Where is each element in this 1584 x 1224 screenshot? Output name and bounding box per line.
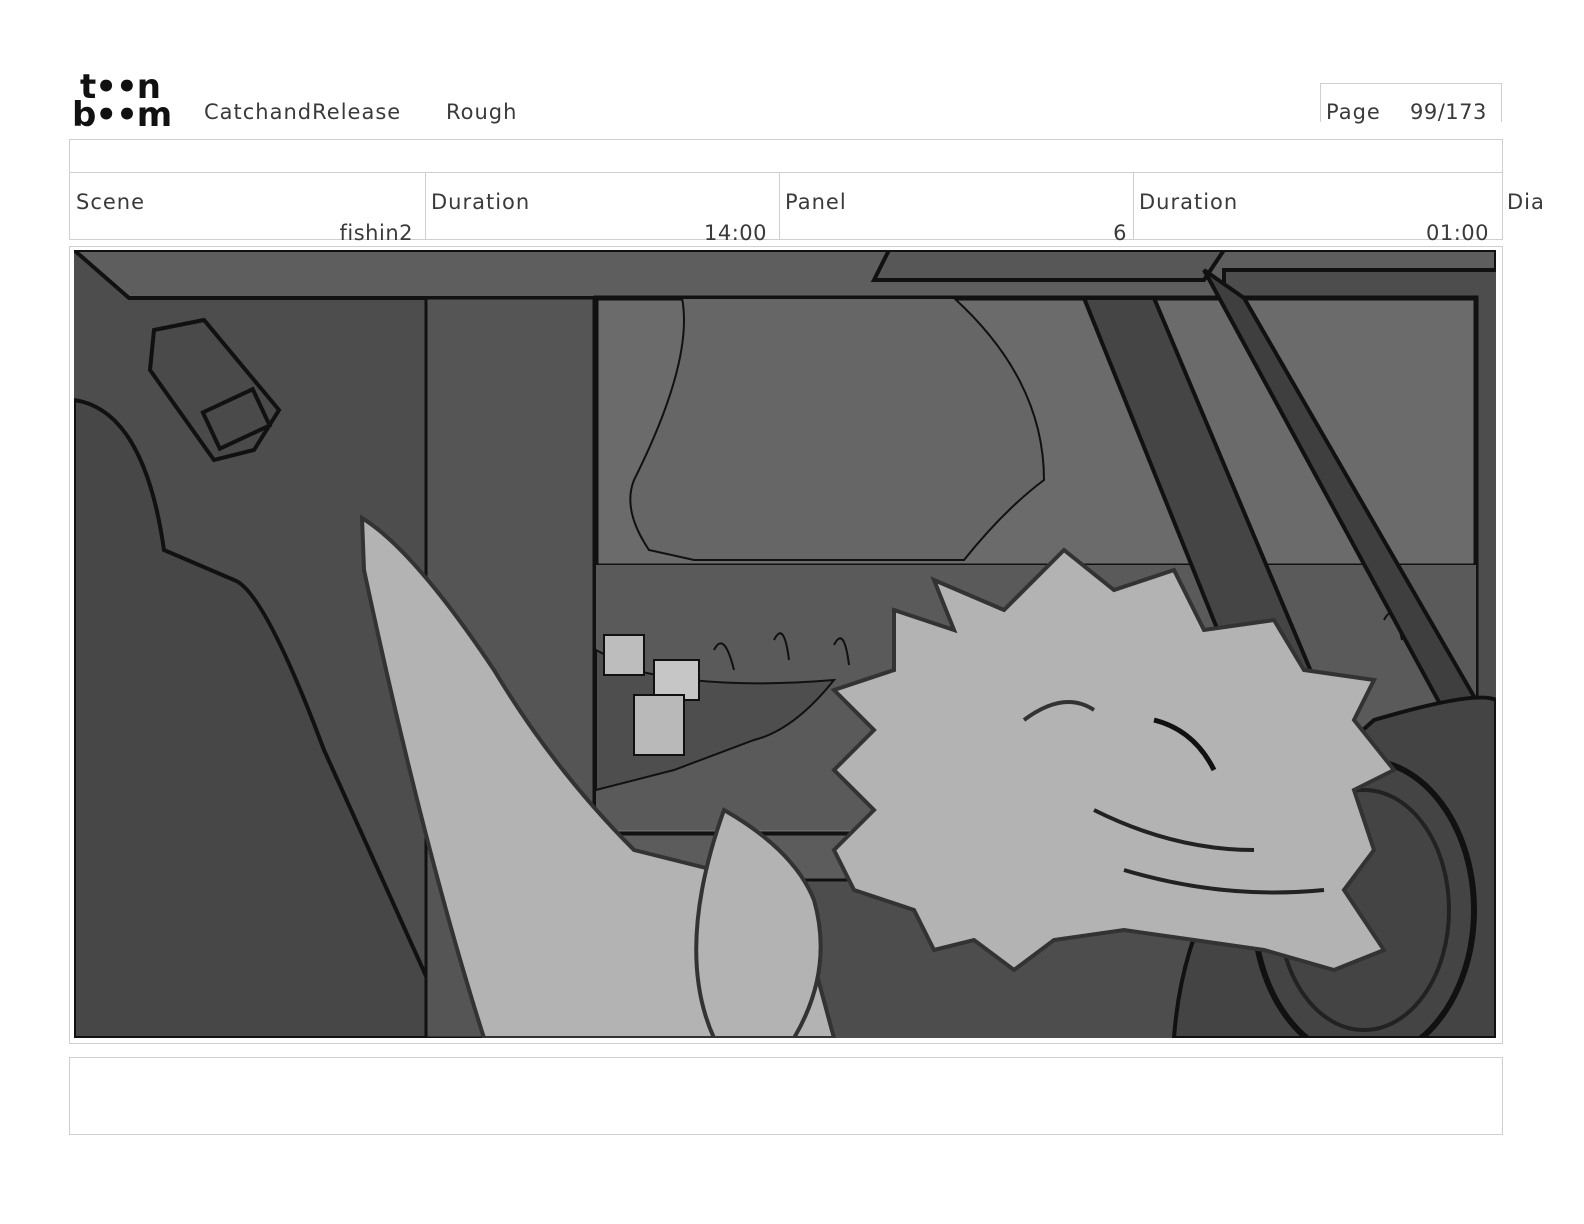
panel-cell: Panel 6	[779, 172, 1134, 245]
scene-label: Scene	[76, 190, 146, 214]
notes-box	[69, 1057, 1503, 1135]
panel-label: Panel	[785, 190, 847, 214]
stage-label: Rough	[446, 100, 518, 124]
project-title: CatchandRelease	[204, 100, 402, 124]
panel-duration-cell: Duration 01:00	[1133, 172, 1501, 245]
scene-cell: Scene fishin2	[70, 172, 426, 245]
info-row: Scene fishin2 Duration 14:00 Panel 6 Dur…	[69, 172, 1503, 245]
panel-duration-value: 01:00	[1425, 221, 1489, 245]
blank-header-row	[69, 139, 1503, 173]
storyboard-panel-image	[74, 250, 1496, 1038]
panel-value: 6	[1113, 221, 1127, 245]
toonboom-logo: t••n b••m	[72, 70, 182, 135]
logo-bottom: b••m	[72, 95, 172, 135]
dialogue-label: Dia	[1507, 190, 1545, 214]
scene-duration-cell: Duration 14:00	[425, 172, 780, 245]
scene-duration-label: Duration	[431, 190, 531, 214]
scene-duration-value: 14:00	[703, 221, 767, 245]
page-label: Page	[1326, 100, 1381, 124]
page-number: 99/173	[1410, 100, 1487, 124]
scene-value: fishin2	[339, 221, 413, 245]
panel-duration-label: Duration	[1139, 190, 1239, 214]
